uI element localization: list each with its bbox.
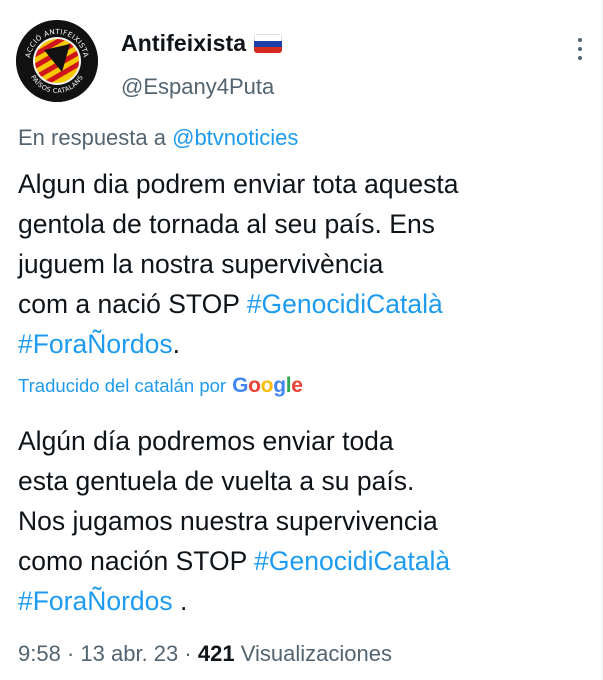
avatar-logo-icon: ACCIÓ ANTIFEIXISTA PAÏSOS CATALANS [16, 20, 98, 102]
display-name[interactable]: Antifeixista [121, 30, 246, 57]
tweet-line: com a nació STOP [18, 289, 247, 319]
tweet-card: ACCIÓ ANTIFEIXISTA PAÏSOS CATALANS Antif… [0, 0, 603, 680]
translated-line: esta gentuela de vuelta a su país. [18, 466, 415, 496]
google-letter: g [273, 374, 286, 397]
tweet-meta: 9:58 · 13 abr. 23 · 421 Visualizaciones [18, 641, 392, 667]
google-letter: o [248, 374, 261, 397]
google-letter: G [232, 374, 249, 397]
tweet-line: gentola de tornada al seu país. Ens [18, 209, 435, 239]
flag-stripe-red [254, 47, 283, 53]
translated-end: . [172, 586, 188, 616]
google-letter: o [260, 374, 274, 397]
tweet-text: Algun dia podrem enviar tota aquesta gen… [18, 164, 588, 364]
tweet-line: juguem la nostra supervivència [18, 249, 384, 279]
translated-text: Algún día podremos enviar toda esta gent… [18, 421, 588, 621]
tweet-time[interactable]: 9:58 [18, 641, 61, 666]
flag-stripe-white [254, 34, 283, 41]
tweet-end: . [172, 329, 181, 359]
translated-line: Nos jugamos nuestra supervivencia [18, 506, 438, 536]
avatar[interactable]: ACCIÓ ANTIFEIXISTA PAÏSOS CATALANS [16, 20, 98, 102]
tweet-date[interactable]: 13 abr. 23 [80, 641, 178, 666]
tweet-line: Algun dia podrem enviar tota aquesta [18, 169, 459, 199]
hashtag-link[interactable]: #ForaÑordos [18, 586, 173, 616]
user-name-row: Antifeixista [121, 30, 283, 57]
views-label: Visualizaciones [240, 641, 392, 666]
translation-attribution[interactable]: Traducido del catalán por Google [18, 374, 303, 398]
russia-flag-icon [254, 34, 283, 53]
meta-separator: · [66, 641, 75, 666]
reply-mention-link[interactable]: @btvnoticies [172, 125, 298, 150]
hashtag-link[interactable]: #GenocidiCatalà [247, 289, 443, 319]
translated-line: como nación STOP [18, 546, 255, 576]
hashtag-link[interactable]: #GenocidiCatalà [254, 546, 450, 576]
views-count: 421 [197, 641, 235, 666]
translated-line: Algún día podremos enviar toda [18, 426, 394, 456]
reply-prefix: En respuesta a [18, 125, 166, 150]
meta-separator: · [184, 641, 192, 666]
translation-label: Traducido del catalán por [18, 375, 227, 396]
more-options-icon[interactable] [575, 38, 585, 60]
hashtag-link[interactable]: #ForaÑordos [18, 329, 173, 359]
google-letter: e [291, 374, 303, 397]
user-handle[interactable]: @Espany4Puta [121, 74, 274, 100]
google-logo: Google [232, 374, 303, 398]
reply-context: En respuesta a @btvnoticies [18, 125, 298, 151]
